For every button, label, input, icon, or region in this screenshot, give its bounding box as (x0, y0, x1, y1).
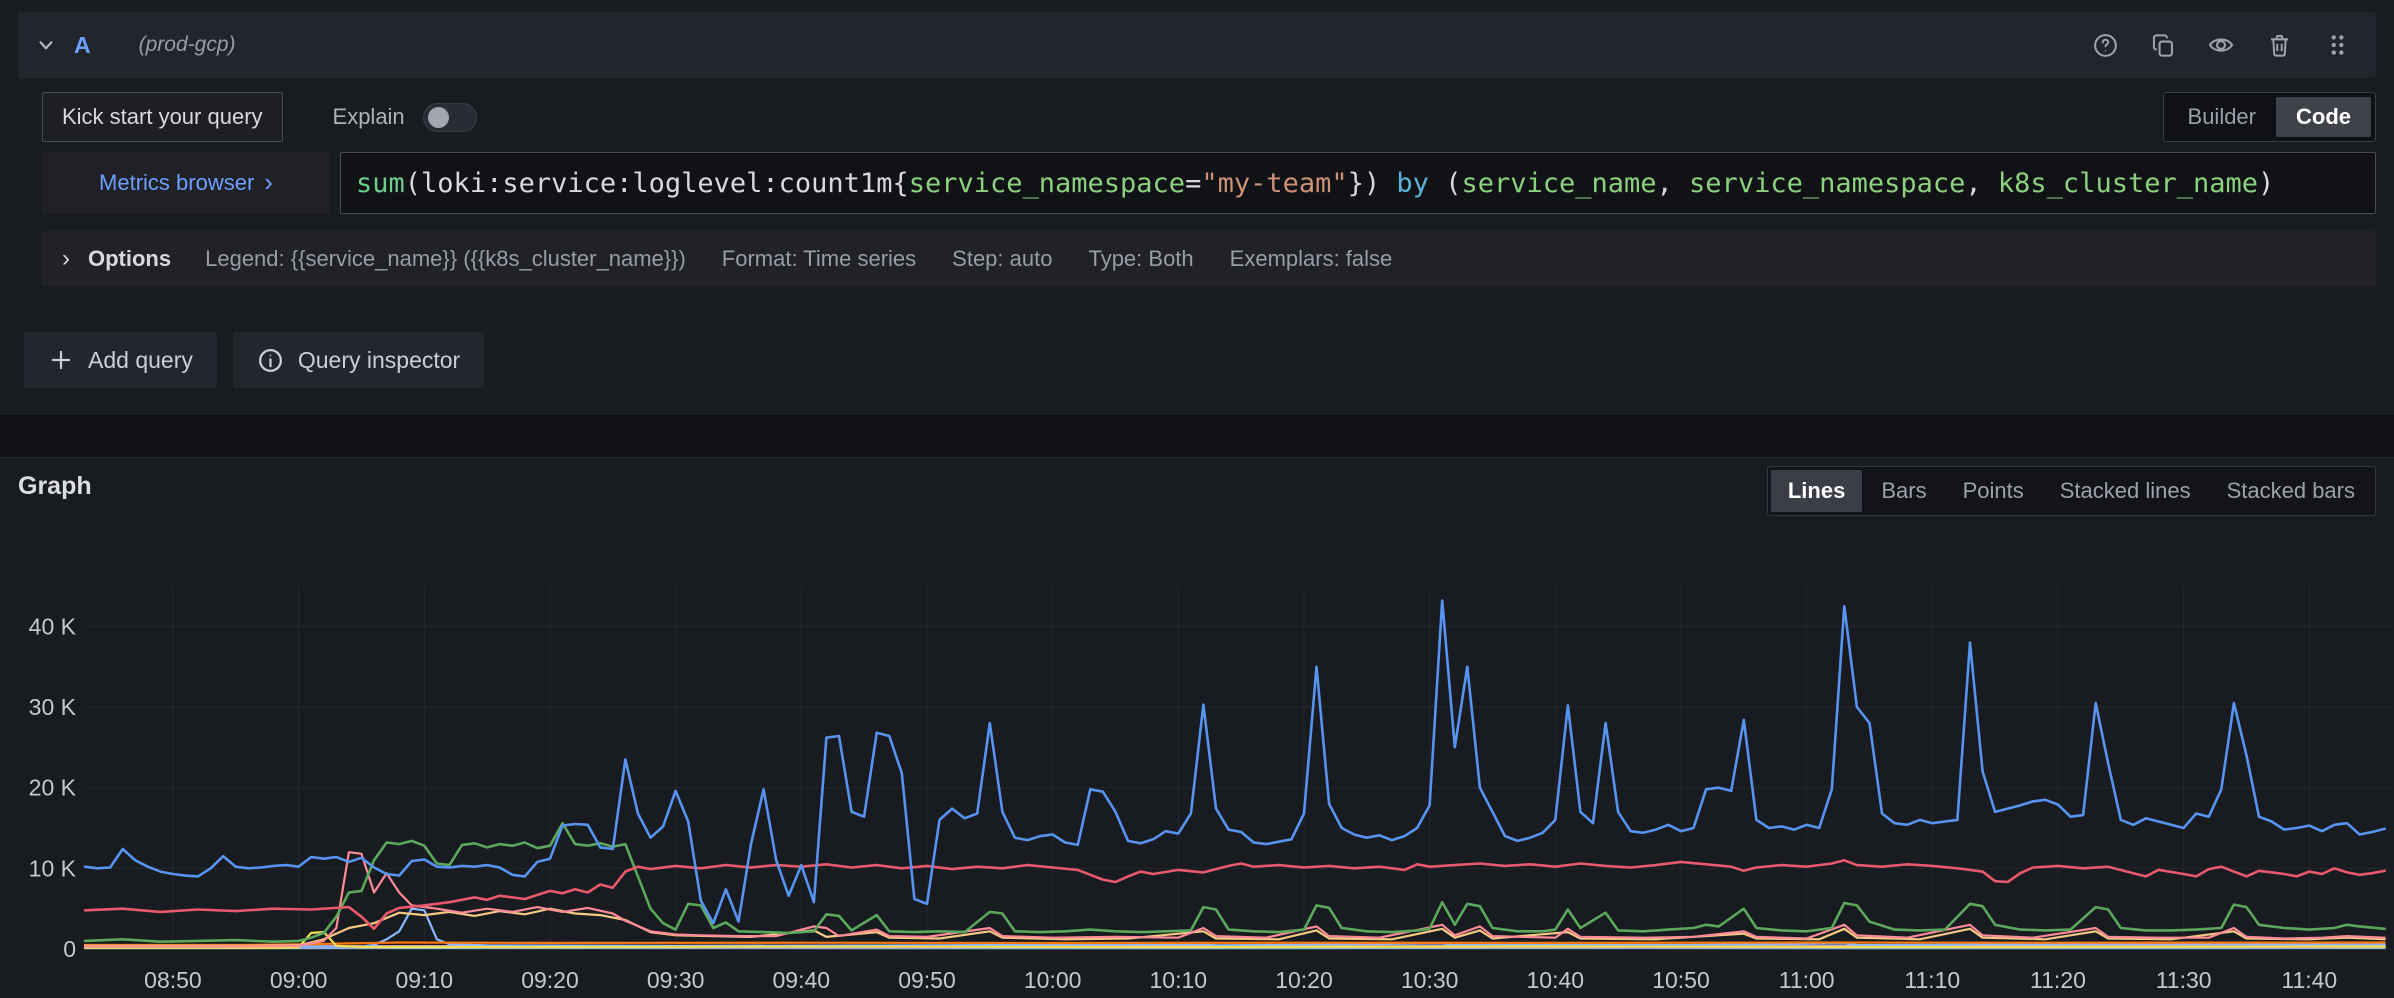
chevron-right-icon: › (62, 245, 70, 273)
query-token: loki:service:loglevel:count1m (421, 168, 892, 199)
option-summary-item: Format: Time series (722, 246, 916, 271)
y-axis-tick-label: 10 K (29, 855, 77, 881)
x-axis-tick-label: 10:10 (1150, 967, 1208, 993)
explain-toggle[interactable] (423, 103, 477, 132)
option-summary-item: Legend: {{service_name}} ({{k8s_cluster_… (205, 246, 686, 271)
tab-stacked-bars[interactable]: Stacked bars (2210, 470, 2372, 512)
series-line-red (85, 860, 2385, 929)
x-axis-tick-label: 11:20 (2030, 967, 2086, 993)
graph-panel: Graph LinesBarsPointsStacked linesStacke… (0, 457, 2394, 998)
series-line-blue (85, 601, 2385, 924)
options-label: Options (88, 246, 171, 272)
query-options-row[interactable]: › Options Legend: {{service_name}} ({{k8… (42, 231, 2376, 286)
x-axis-tick-label: 11:00 (1779, 967, 1835, 993)
x-axis-tick-label: 09:00 (270, 967, 328, 993)
query-token: "my-team" (1201, 168, 1347, 199)
trash-icon[interactable] (2250, 12, 2308, 78)
time-series-chart[interactable]: 0 10 K 20 K 30 K 40 K 08:50 09:00 09:10 09:20 09:… (0, 538, 2394, 998)
series-line-sand (85, 909, 2385, 946)
x-axis-tick-label: 09:30 (647, 967, 705, 993)
x-axis-tick-label: 10:00 (1024, 967, 1082, 993)
query-token: sum (356, 168, 405, 199)
query-token: , (1965, 168, 1998, 199)
query-toolbar: Kick start your query Explain BuilderCod… (42, 92, 2376, 142)
x-axis-tick-label: 09:50 (898, 967, 956, 993)
query-token: service_namespace (909, 168, 1185, 199)
x-axis-tick-label: 11:10 (1904, 967, 1960, 993)
query-token: service_name (1461, 168, 1656, 199)
x-axis-tick-label: 10:20 (1275, 967, 1333, 993)
query-token: ( (1445, 168, 1461, 199)
query-actions: Add query Query inspector (24, 332, 484, 388)
option-summary-item: Step: auto (952, 246, 1052, 271)
options-summary: Legend: {{service_name}} ({{k8s_cluster_… (205, 246, 1428, 272)
y-axis-tick-label: 30 K (29, 694, 77, 720)
query-token: service_namespace (1689, 168, 1965, 199)
query-row: Metrics browser › sum(loki:service:logle… (42, 152, 2376, 214)
editor-mode-group: BuilderCode (2163, 92, 2376, 142)
help-icon[interactable] (2076, 12, 2134, 78)
query-inspector-button[interactable]: Query inspector (233, 332, 484, 388)
drag-handle-icon[interactable] (2308, 12, 2366, 78)
y-axis-tick-label: 0 (63, 936, 76, 962)
x-axis-tick-label: 10:50 (1652, 967, 1710, 993)
query-inspector-label: Query inspector (298, 347, 460, 374)
query-expression: sum(loki:service:loglevel:count1m{servic… (356, 168, 2274, 199)
mode-tab-builder[interactable]: Builder (2168, 97, 2276, 137)
tab-points[interactable]: Points (1946, 470, 2041, 512)
metrics-browser-label: Metrics browser (99, 170, 254, 196)
x-axis-tick-label: 09:10 (396, 967, 454, 993)
query-header: A (prod-gcp) (18, 12, 2376, 78)
add-query-button[interactable]: Add query (24, 332, 217, 388)
x-axis-tick-label: 10:30 (1401, 967, 1459, 993)
kick-start-query-button[interactable]: Kick start your query (42, 92, 283, 142)
query-editor-panel: A (prod-gcp) (0, 0, 2394, 414)
datasource-name: (prod-gcp) (139, 33, 236, 57)
option-summary-item: Type: Both (1088, 246, 1193, 271)
explain-toggle-wrap[interactable]: Explain (333, 103, 477, 132)
x-axis-tick-label: 08:50 (144, 967, 202, 993)
chevron-right-icon: › (264, 169, 273, 195)
query-ref-id: A (74, 32, 91, 59)
option-summary-item: Exemplars: false (1230, 246, 1393, 271)
explain-label: Explain (333, 104, 405, 130)
metrics-browser-button[interactable]: Metrics browser › (42, 152, 330, 214)
explore-view: A (prod-gcp) (0, 0, 2394, 998)
x-axis-tick-label: 11:40 (2281, 967, 2337, 993)
query-token: { (892, 168, 908, 199)
query-token: , (1657, 168, 1690, 199)
info-circle-icon (257, 347, 284, 374)
query-token: }) (1348, 168, 1381, 199)
tab-bars[interactable]: Bars (1864, 470, 1943, 512)
query-token: by (1380, 168, 1445, 199)
chevron-down-icon (33, 32, 59, 58)
copy-icon[interactable] (2134, 12, 2192, 78)
graph-panel-title: Graph (18, 472, 92, 501)
toggle-knob (428, 107, 449, 128)
eye-icon[interactable] (2192, 12, 2250, 78)
query-code-input[interactable]: sum(loki:service:loglevel:count1m{servic… (340, 152, 2376, 214)
add-query-label: Add query (88, 347, 193, 374)
y-axis-tick-label: 40 K (29, 613, 77, 639)
tab-lines[interactable]: Lines (1771, 470, 1862, 512)
tab-stacked-lines[interactable]: Stacked lines (2043, 470, 2208, 512)
query-token: ( (405, 168, 421, 199)
y-axis-tick-label: 20 K (29, 775, 77, 801)
x-axis-tick-label: 09:40 (773, 967, 831, 993)
query-token: k8s_cluster_name (1998, 168, 2258, 199)
x-axis-tick-label: 10:40 (1527, 967, 1585, 993)
query-token: = (1185, 168, 1201, 199)
collapse-query-button[interactable] (18, 12, 74, 78)
mode-tab-code[interactable]: Code (2276, 97, 2371, 137)
plus-icon (48, 347, 74, 373)
view-mode-tabs: LinesBarsPointsStacked linesStacked bars (1767, 466, 2376, 516)
x-axis-tick-label: 11:30 (2156, 967, 2212, 993)
x-axis-tick-label: 09:20 (521, 967, 579, 993)
query-token: ) (2258, 168, 2274, 199)
